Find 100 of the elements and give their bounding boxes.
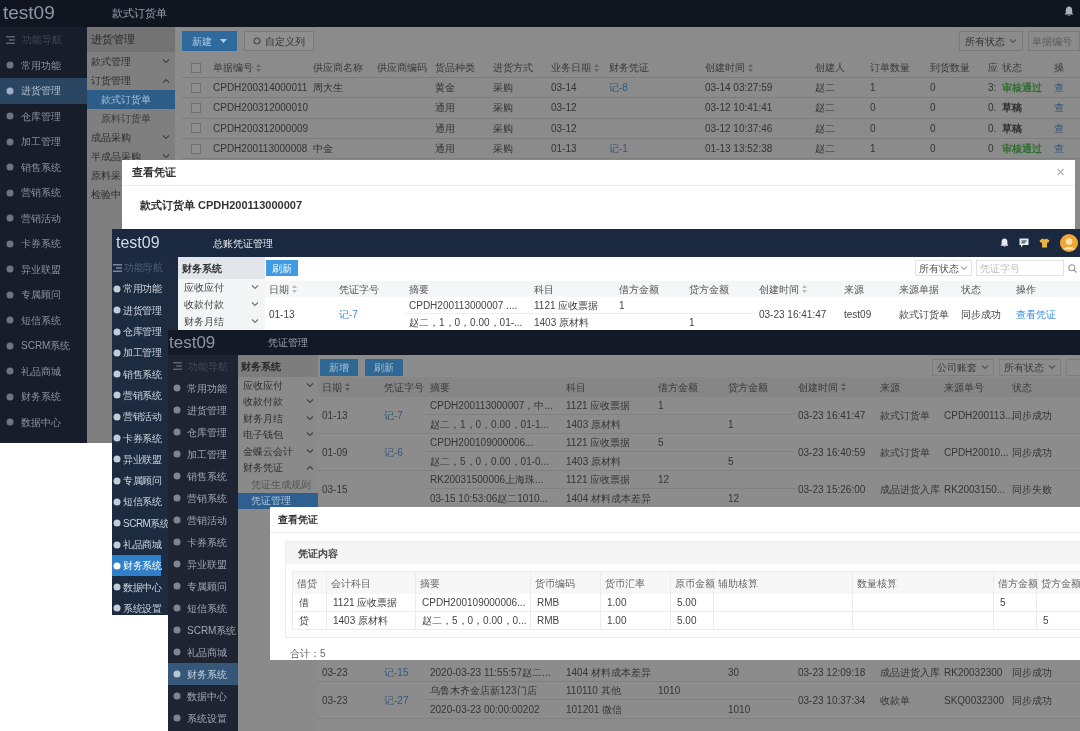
sidebar-item[interactable]: 销售系统 <box>112 363 161 385</box>
sidebar-item[interactable]: 短信系统 <box>168 597 238 619</box>
filter-select[interactable]: 所有状态 <box>999 359 1061 376</box>
sidebar-item[interactable]: 数据中心 <box>0 409 87 435</box>
columns-button[interactable]: 自定义列 <box>244 31 314 51</box>
submenu-group[interactable]: 成品采购 <box>87 128 175 147</box>
sidebar-item[interactable]: 财务系统 <box>112 555 161 577</box>
submenu-item[interactable]: 款式订货单 <box>87 90 175 109</box>
sidebar-item[interactable]: 常用功能 <box>0 52 87 78</box>
sidebar-item[interactable]: 营销系统 <box>0 180 87 206</box>
chevron-down-icon <box>251 285 259 290</box>
column-header[interactable]: 日期 <box>322 379 350 395</box>
submenu-group[interactable]: 应收应付 <box>178 279 265 296</box>
table-cell-text: 12 <box>728 491 740 506</box>
sidebar-item[interactable]: 数据中心 <box>112 576 161 598</box>
caret-icon <box>220 39 227 43</box>
table-cell-text: 款式订货单 <box>899 307 949 322</box>
sidebar-item[interactable]: 系统设置 <box>168 707 238 729</box>
sidebar-item[interactable]: 营销活动 <box>112 406 161 428</box>
table-cell-text: 款式订货单 <box>880 408 930 423</box>
sidebar-item[interactable]: 销售系统 <box>168 465 238 487</box>
submenu-group[interactable]: 金蝶云会计 <box>238 443 318 460</box>
circle-icon <box>113 497 121 506</box>
submenu-group[interactable]: 款式管理 <box>87 52 175 71</box>
sidebar-item[interactable]: 异业联盟 <box>112 448 161 470</box>
sidebar-item[interactable]: 营销系统 <box>112 384 161 407</box>
sidebar-item[interactable]: 异业联盟 <box>0 256 87 282</box>
sidebar-item[interactable]: 财务系统 <box>0 384 87 410</box>
sidebar-item[interactable]: 异业联盟 <box>168 553 238 575</box>
sidebar-item[interactable]: 卡券系统 <box>168 531 238 553</box>
sidebar-item[interactable]: SCRM系统 <box>168 619 238 641</box>
sidebar-item[interactable]: 常用功能 <box>112 278 161 300</box>
sidebar-item[interactable]: 进货管理 <box>168 399 238 421</box>
status-select[interactable]: 所有状态 <box>959 31 1023 51</box>
column-header[interactable]: 创建时间 <box>705 60 753 75</box>
sidebar-item[interactable]: SCRM系统 <box>0 333 87 359</box>
sidebar-item[interactable]: 营销活动 <box>168 509 238 531</box>
sidebar-item[interactable]: 短信系统 <box>0 307 87 333</box>
circle-icon <box>173 626 181 634</box>
column-header: 凭证字号 <box>339 282 379 297</box>
checkbox[interactable] <box>191 143 201 154</box>
sidebar-item[interactable]: 短信系统 <box>112 491 161 513</box>
submenu-item[interactable]: 凭证管理 <box>238 492 318 509</box>
sidebar-item[interactable]: 销售系统 <box>0 154 87 180</box>
checkbox[interactable] <box>191 102 201 113</box>
checkbox[interactable] <box>191 123 201 134</box>
toolbar-button[interactable]: 刷新 <box>365 359 403 376</box>
column-header[interactable]: 创建时间 <box>759 281 807 297</box>
checkbox[interactable] <box>191 62 201 73</box>
sidebar-item[interactable]: 专属顾问 <box>168 575 238 597</box>
sidebar-item[interactable]: 卡券系统 <box>0 231 87 257</box>
sidebar-item[interactable]: 礼品商城 <box>112 533 161 556</box>
table-cell-text: RK20032300 <box>944 665 1003 680</box>
submenu-group[interactable]: 财务月结 <box>238 410 318 427</box>
sidebar-item[interactable]: 仓库管理 <box>168 421 238 443</box>
table-cell-text: 1121 应收票据 <box>566 436 631 450</box>
sidebar-item[interactable]: 常用功能 <box>168 377 238 399</box>
submenu-group[interactable]: 电子钱包 <box>238 426 318 443</box>
submenu-group[interactable]: 收款付款 <box>178 296 265 313</box>
sidebar-item[interactable]: 加工管理 <box>112 342 161 364</box>
filter-select[interactable]: 公司账套 <box>932 359 994 376</box>
column-header: 财务凭证 <box>609 61 649 75</box>
column-header[interactable]: 单据编号 <box>213 60 261 75</box>
sidebar-item[interactable]: 仓库管理 <box>112 320 161 343</box>
toolbar-button[interactable]: 新增 <box>320 359 358 376</box>
submenu-group[interactable]: 应收应付 <box>238 377 318 394</box>
submenu-group[interactable]: 收款付款 <box>238 393 318 410</box>
circle-icon <box>6 367 14 376</box>
sidebar-item[interactable]: 专属顾问 <box>0 282 87 308</box>
status-select[interactable]: 所有状态 <box>915 260 972 276</box>
sidebar-item[interactable]: 专属顾问 <box>112 469 161 492</box>
refresh-button[interactable]: 刷新 <box>266 260 298 276</box>
circle-icon <box>6 290 14 299</box>
submenu-group[interactable]: 财务凭证 <box>238 459 318 476</box>
column-header[interactable]: 创建时间 <box>798 379 846 395</box>
sidebar-item[interactable]: 加工管理 <box>0 129 87 155</box>
circle-icon <box>113 476 121 485</box>
column-header: 贷方金额 <box>689 282 729 297</box>
checkbox[interactable] <box>191 82 201 93</box>
submenu-group[interactable]: 财务月结 <box>178 313 265 330</box>
sidebar-item[interactable]: 营销活动 <box>0 205 87 231</box>
sidebar-item[interactable]: 卡券系统 <box>112 427 161 449</box>
sidebar-item[interactable]: 加工管理 <box>168 443 238 465</box>
column-header: 来源单号 <box>944 380 984 395</box>
new-button[interactable]: 新建 <box>182 31 237 51</box>
sidebar-item[interactable]: 系统设置 <box>112 597 161 615</box>
sidebar-item[interactable]: 进货管理 <box>0 78 87 104</box>
table-cell-text: 1 <box>619 298 625 313</box>
sidebar-item[interactable]: 财务系统 <box>168 663 238 685</box>
sidebar-item[interactable]: 仓库管理 <box>0 103 87 129</box>
column-header[interactable]: 业务日期 <box>551 60 599 75</box>
column-header[interactable]: 日期 <box>269 281 297 297</box>
sidebar-item[interactable]: 营销系统 <box>168 487 238 509</box>
table-link[interactable]: 记-7 <box>339 306 358 322</box>
table-link[interactable]: 查看凭证 <box>1016 306 1056 322</box>
sidebar-item[interactable]: 礼品商城 <box>0 358 87 384</box>
sidebar-item[interactable]: 礼品商城 <box>168 641 238 663</box>
sidebar-item[interactable]: 数据中心 <box>168 685 238 707</box>
submenu-group[interactable]: 订货管理 <box>87 71 175 90</box>
sidebar-item[interactable]: 进货管理 <box>112 299 161 321</box>
